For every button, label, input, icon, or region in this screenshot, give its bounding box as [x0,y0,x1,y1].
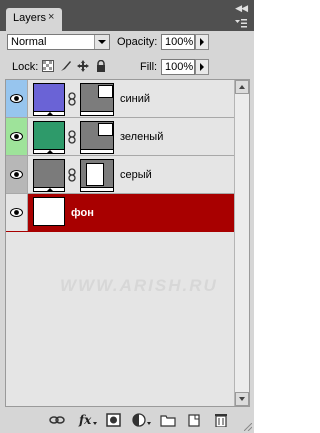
mask-strip [80,149,114,154]
layer-thumbnail [33,159,65,188]
fill-label: Fill: [140,61,158,73]
fill-field[interactable]: 100% [161,59,195,75]
layers-panel: Layers × ◀◀ Normal Opacity: 100% Lock: F… [0,0,254,433]
layer-name: синий [120,93,151,105]
layers-toolbar: fx [0,407,254,433]
thumbnail-strip [33,149,65,154]
thumbnail-strip [33,187,65,192]
layer-row[interactable]: фон [6,194,234,232]
mask-strip [80,111,114,116]
opacity-slider-button[interactable] [195,34,209,50]
lock-image-pixels-icon[interactable] [60,60,72,72]
layer-mask-thumbnail[interactable] [80,121,114,150]
mask-strip [80,187,114,192]
new-group-icon[interactable] [160,413,176,427]
blend-mode-value: Normal [11,36,47,48]
chain-link-icon[interactable] [68,130,76,144]
visibility-toggle[interactable] [6,156,28,193]
fx-icon[interactable]: fx [78,413,98,427]
collapse-icon[interactable]: ◀◀ [235,3,248,14]
layer-row[interactable]: синий [6,80,234,118]
layer-thumbnail [33,197,65,226]
new-layer-icon[interactable] [186,413,202,427]
layer-mask-thumbnail[interactable] [80,83,114,112]
blend-opacity-row: Normal Opacity: 100% [0,31,254,55]
adjustment-layer-icon[interactable] [132,413,152,427]
fill-slider-button[interactable] [195,59,209,75]
thumbnail-strip [33,111,65,116]
lock-transparent-pixels-icon[interactable] [42,60,54,72]
chain-link-icon[interactable] [68,168,76,182]
layer-mask-thumbnail[interactable] [80,159,114,188]
resize-grip-icon[interactable] [244,423,252,431]
trash-icon[interactable] [213,413,229,427]
tab-label: Layers [13,12,47,24]
panel-menu-icon[interactable] [235,19,247,28]
visibility-toggle[interactable] [6,80,28,117]
scroll-up-icon[interactable] [235,80,249,94]
watermark: WWW.ARISH.RU [60,276,218,295]
chain-link-icon[interactable] [68,92,76,106]
layer-row[interactable]: серый [6,156,234,194]
opacity-field[interactable]: 100% [161,34,195,50]
lock-all-icon[interactable] [95,60,107,72]
layer-row[interactable]: зеленый [6,118,234,156]
scrollbar[interactable] [234,80,249,406]
visibility-toggle[interactable] [6,118,28,155]
visibility-toggle[interactable] [6,194,28,231]
layer-name: зеленый [120,131,164,143]
close-icon[interactable]: × [48,11,54,23]
lock-position-icon[interactable] [77,60,89,72]
opacity-label: Opacity: [117,36,158,48]
panel-tab-bar: Layers × ◀◀ [0,0,254,31]
chevron-down-icon[interactable] [94,35,109,49]
link-layers-icon[interactable] [49,413,65,427]
svg-text:fx: fx [78,413,92,427]
tab-layers[interactable]: Layers × [6,8,62,31]
layer-list: синий зеленый серый фон WWW.ARISH.RU [5,79,250,407]
layer-name: серый [120,169,152,181]
add-mask-icon[interactable] [106,413,122,427]
layer-thumbnail [33,83,65,112]
lock-fill-row: Lock: Fill: 100% [0,55,254,79]
lock-label: Lock: [12,61,39,73]
layer-name: фон [71,207,94,219]
scroll-down-icon[interactable] [235,392,249,406]
blend-mode-select[interactable]: Normal [7,34,110,50]
layer-thumbnail [33,121,65,150]
